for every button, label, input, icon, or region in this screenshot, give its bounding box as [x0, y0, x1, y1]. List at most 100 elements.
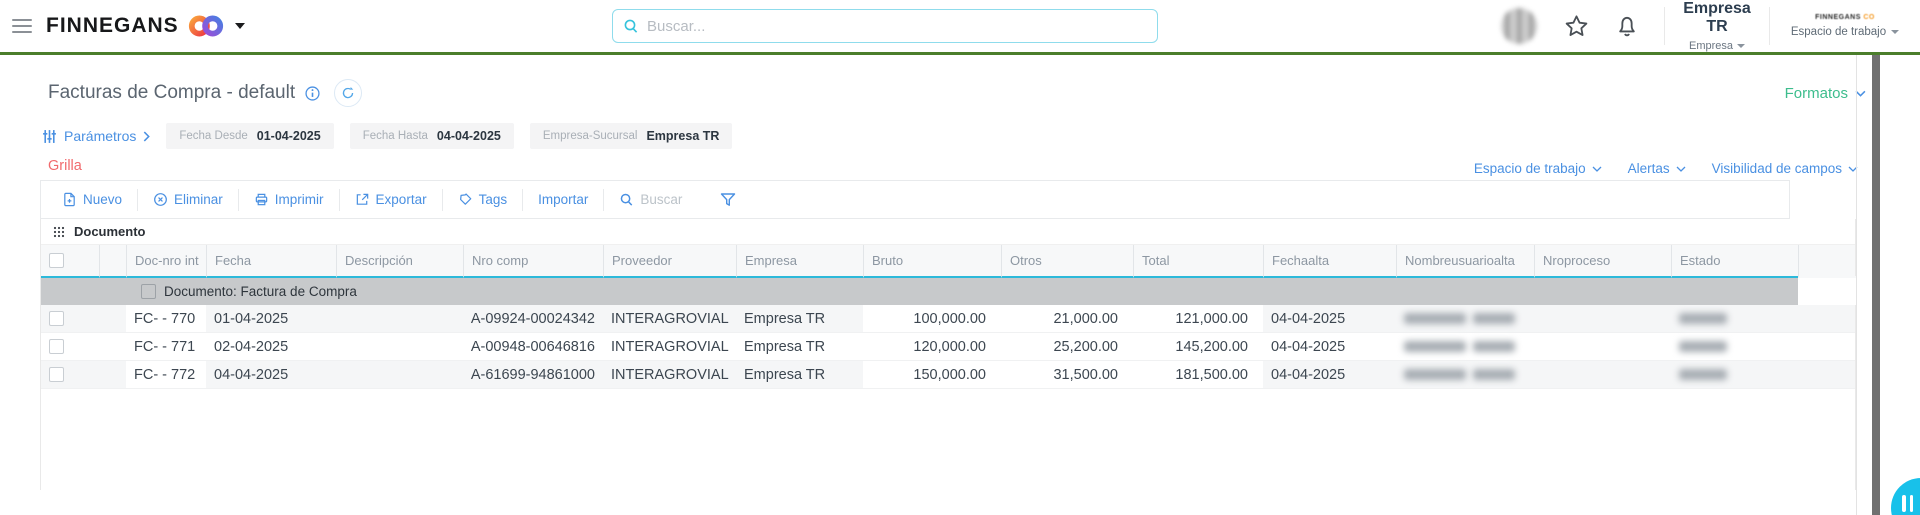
top-bar: FINNEGANS Buscar... Empresa TR Empresa F… [0, 0, 1920, 52]
table-row[interactable]: FC- - 770 01-04-2025 A-09924-00024342 IN… [41, 305, 1855, 333]
scrollbar-thumb[interactable] [1872, 55, 1880, 515]
blurred-text [1679, 341, 1727, 352]
cell-nroproceso [1534, 333, 1671, 360]
menu-hamburger-icon[interactable] [12, 19, 32, 33]
chevron-down-icon [1891, 30, 1900, 34]
import-button[interactable]: Importar [523, 188, 603, 212]
parameters-button[interactable]: Parámetros [42, 128, 151, 144]
col-total[interactable]: Total [1133, 245, 1263, 278]
cell-estado-blurred [1671, 333, 1798, 360]
export-button[interactable]: Exportar [340, 188, 442, 212]
col-estado[interactable]: Estado [1671, 245, 1798, 278]
company-menu-label: Empresa [1688, 40, 1734, 52]
cell-empresa: Empresa TR [744, 310, 826, 327]
col-nombreusuarioalta[interactable]: Nombreusuarioalta [1396, 245, 1534, 278]
panel-border [1856, 55, 1857, 515]
circle-x-icon [154, 193, 167, 206]
col-empresa[interactable]: Empresa [736, 245, 863, 278]
alerts-link[interactable]: Alertas [1628, 161, 1686, 176]
param-chip-fecha-hasta[interactable]: Fecha Hasta 04-04-2025 [349, 123, 514, 149]
cell-doc: FC- - 771 [126, 333, 206, 360]
col-descripcion[interactable]: Descripción [336, 245, 463, 278]
cell-nrocomp: A-09924-00024342 [470, 310, 595, 327]
blurred-text [1404, 369, 1466, 380]
logo-text: FINNEGANS [46, 14, 179, 37]
cell-proveedor: INTERAGROVIAL [611, 338, 729, 355]
workspace-menu-label: Espacio de trabajo [1790, 26, 1887, 38]
cell-otros: 21,000.00 [1001, 305, 1133, 332]
field-visibility-link[interactable]: Visibilidad de campos [1712, 161, 1858, 176]
col-fechaalta[interactable]: Fechaalta [1263, 245, 1396, 278]
cell-fechaalta: 04-04-2025 [1271, 366, 1346, 383]
cell-usuario-blurred [1396, 305, 1534, 332]
group-row[interactable]: Documento: Factura de Compra [41, 278, 1857, 305]
parameters-label: Parámetros [64, 128, 137, 144]
col-nroproceso[interactable]: Nroproceso [1534, 245, 1671, 278]
print-button[interactable]: Imprimir [239, 188, 339, 212]
trailing-column-header [1798, 245, 1857, 278]
app-logo[interactable]: FINNEGANS [46, 13, 245, 39]
export-icon [356, 193, 368, 205]
formats-dropdown[interactable]: Formatos [1785, 85, 1866, 102]
cell-proveedor: INTERAGROVIAL [611, 366, 729, 383]
chevron-down-icon [1737, 44, 1746, 48]
col-bruto[interactable]: Bruto [863, 245, 1001, 278]
cell-usuario-blurred [1396, 361, 1534, 388]
search-input[interactable] [647, 17, 1147, 35]
group-band[interactable]: Documento [41, 219, 1855, 245]
select-all-checkbox[interactable] [49, 253, 64, 268]
company-switcher[interactable]: Empresa TR Empresa [1665, 0, 1769, 52]
company-name: Empresa TR [1683, 0, 1751, 35]
group-row-label: Documento: Factura de Compra [164, 284, 357, 299]
brand-green-bar [0, 52, 1920, 55]
notifications-bell-icon[interactable] [1614, 13, 1640, 39]
info-icon[interactable] [305, 85, 320, 101]
chevron-down-icon [1676, 166, 1686, 172]
tags-button[interactable]: Tags [443, 188, 523, 212]
table-header-row: Doc-nro int Fecha Descripción Nro comp P… [41, 245, 1857, 278]
col-nro-comp[interactable]: Nro comp [463, 245, 603, 278]
blurred-app-icon[interactable] [1501, 8, 1537, 44]
grid-search-button[interactable]: Buscar [604, 188, 697, 212]
cell-doc: FC- - 772 [126, 361, 206, 388]
table-row[interactable]: FC- - 772 04-04-2025 A-61699-94861000 IN… [41, 361, 1855, 389]
row-checkbox[interactable] [49, 311, 64, 326]
param-label: Empresa-Sucursal [542, 130, 638, 142]
filter-funnel-icon[interactable] [719, 192, 737, 208]
param-value: Empresa TR [646, 129, 720, 143]
cell-otros: 25,200.00 [1001, 333, 1133, 360]
page-title: Facturas de Compra - default [48, 82, 296, 103]
favorites-star-icon[interactable] [1563, 13, 1590, 40]
global-search [612, 9, 1158, 43]
cell-nrocomp: A-61699-94861000 [470, 366, 595, 383]
cell-proveedor: INTERAGROVIAL [611, 310, 729, 327]
refresh-button[interactable] [334, 79, 363, 107]
col-doc-nro-int[interactable]: Doc-nro int [126, 245, 206, 278]
param-chip-fecha-desde[interactable]: Fecha Desde 01-04-2025 [166, 123, 334, 149]
table-row[interactable]: FC- - 771 02-04-2025 A-00948-00646816 IN… [41, 333, 1855, 361]
cell-bruto: 100,000.00 [863, 305, 1001, 332]
param-chip-empresa-sucursal[interactable]: Empresa-Sucursal Empresa TR [529, 123, 733, 149]
cell-total: 145,200.00 [1133, 333, 1263, 360]
col-proveedor[interactable]: Proveedor [603, 245, 736, 278]
sliders-icon [43, 129, 56, 143]
new-document-icon [64, 192, 75, 207]
col-otros[interactable]: Otros [1001, 245, 1133, 278]
tag-icon [459, 193, 471, 205]
col-fecha[interactable]: Fecha [206, 245, 336, 278]
new-button[interactable]: Nuevo [47, 188, 137, 212]
row-checkbox[interactable] [49, 367, 64, 382]
cell-usuario-blurred [1396, 333, 1534, 360]
group-checkbox[interactable] [141, 284, 156, 299]
delete-button[interactable]: Eliminar [138, 188, 238, 212]
pause-fab-button[interactable] [1891, 478, 1920, 515]
cell-doc: FC- - 770 [126, 305, 206, 332]
row-checkbox[interactable] [49, 339, 64, 354]
workspace-mini-logo: FINNEGANS CO [1815, 14, 1875, 21]
workspace-switcher[interactable]: FINNEGANS CO Espacio de trabajo [1770, 14, 1920, 38]
workspace-link[interactable]: Espacio de trabajo [1474, 161, 1602, 176]
cell-estado-blurred [1671, 305, 1798, 332]
cell-descripcion [336, 333, 463, 360]
cell-estado-blurred [1671, 361, 1798, 388]
tab-grilla[interactable]: Grilla [48, 158, 82, 174]
